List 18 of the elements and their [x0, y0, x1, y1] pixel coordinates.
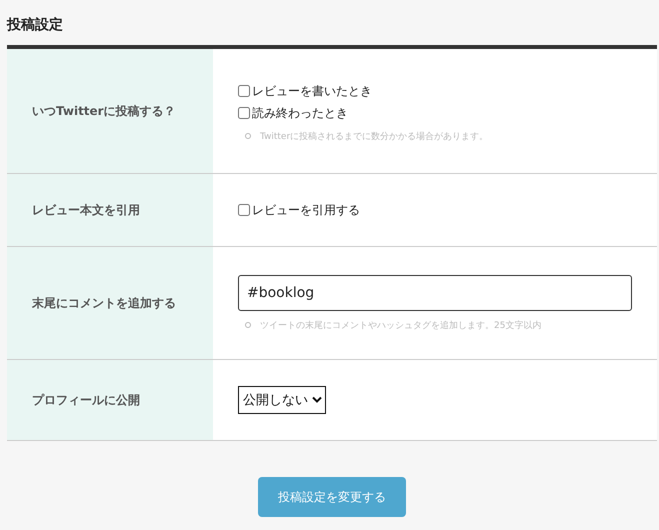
- comment-field[interactable]: #booklog: [238, 274, 632, 310]
- checkbox-label[interactable]: レビューを引用する: [252, 199, 360, 221]
- checkbox-label[interactable]: 読み終わったとき: [252, 102, 348, 124]
- checkbox[interactable]: [238, 84, 250, 96]
- help-text: ツイートの末尾にコメントやハッシュタグを追加します。25文字以内: [260, 320, 542, 332]
- help-text: Twitterに投稿されるまでに数分かかる場合があります。: [260, 130, 488, 142]
- visibility-dropdown[interactable]: 公開しない: [238, 386, 326, 414]
- row-label: いつTwitterに投稿する？: [32, 102, 176, 120]
- bullet-icon: [245, 322, 251, 328]
- checkbox-label[interactable]: レビューを書いたとき: [252, 80, 372, 102]
- row-label: 末尾にコメントを追加する: [32, 294, 176, 312]
- checkbox[interactable]: [238, 106, 250, 118]
- row-label: プロフィールに公開: [32, 392, 140, 408]
- row-label: レビュー本文を引用: [32, 202, 140, 218]
- bullet-icon: [245, 133, 251, 139]
- section-title: 投稿設定: [7, 16, 64, 35]
- checkbox[interactable]: [238, 204, 250, 216]
- chevron-down-icon: [312, 396, 322, 404]
